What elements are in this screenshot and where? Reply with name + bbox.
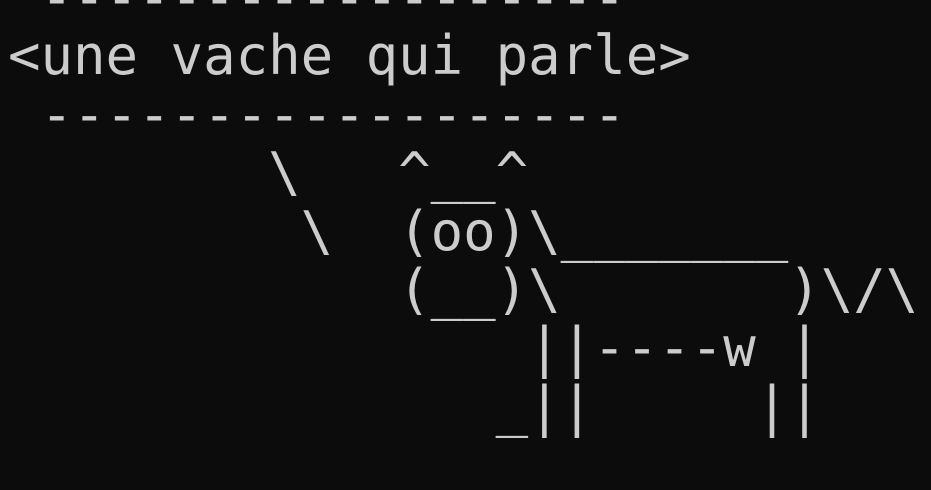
speech-bubble-top-border: ------------------ <box>8 0 918 27</box>
cow-feet-line: _|| || <box>8 374 821 438</box>
terminal-output: ------------------<une vache qui parle> … <box>8 0 918 436</box>
cow-face-line: \ (oo)\_______ <box>8 199 789 263</box>
cow-legs-line: ||----w | <box>8 316 821 380</box>
cow-body-line: (__)\ )\/\ <box>8 257 919 321</box>
cow-ears-line: \ ^__^ <box>8 141 529 205</box>
speech-bubble-bottom-border: ------------------ <box>8 82 626 146</box>
speech-bubble-text: <une vache qui parle> <box>8 24 691 88</box>
terminal-window[interactable]: ------------------<une vache qui parle> … <box>0 0 931 490</box>
